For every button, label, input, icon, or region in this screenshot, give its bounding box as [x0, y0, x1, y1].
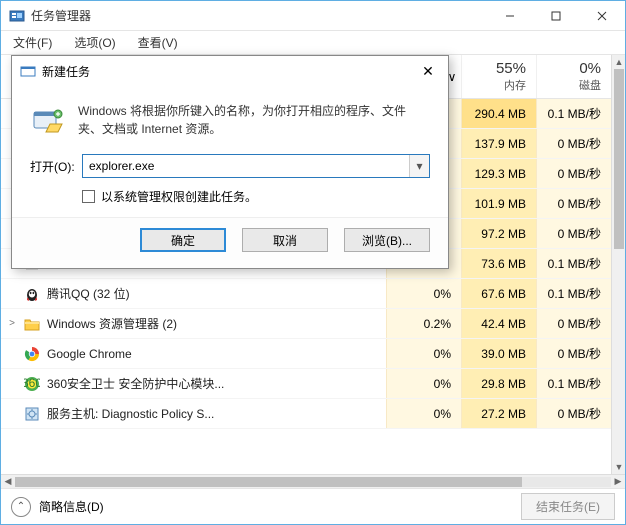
memory-cell: 39.0 MB: [461, 339, 536, 368]
memory-cell: 97.2 MB: [461, 219, 536, 248]
disk-label: 磁盘: [579, 77, 601, 93]
window-controls: [487, 1, 625, 31]
scroll-left-icon[interactable]: ◀: [1, 476, 15, 487]
dialog-titlebar: 新建任务 ✕: [12, 56, 448, 86]
scroll-up-icon[interactable]: ▲: [612, 55, 625, 69]
memory-label: 内存: [504, 77, 526, 93]
minimize-button[interactable]: [487, 1, 533, 31]
disk-cell: 0 MB/秒: [536, 399, 611, 428]
process-name: Windows 资源管理器 (2): [47, 315, 386, 332]
memory-percent: 55%: [496, 60, 526, 77]
memory-cell: 101.9 MB: [461, 189, 536, 218]
dialog-body: Windows 将根据你所键入的名称，为你打开相应的程序、文件夹、文档或 Int…: [12, 86, 448, 148]
titlebar: 任务管理器: [1, 1, 625, 31]
table-row[interactable]: 腾讯QQ (32 位)0%67.6 MB0.1 MB/秒: [1, 279, 611, 309]
memory-cell: 29.8 MB: [461, 369, 536, 398]
fewer-details-icon[interactable]: ⌃: [11, 497, 31, 517]
fewer-details-label[interactable]: 简略信息(D): [39, 498, 104, 515]
window-title: 任务管理器: [31, 7, 487, 24]
scroll-down-icon[interactable]: ▼: [612, 460, 625, 474]
open-label: 打开(O):: [30, 158, 82, 175]
scroll-right-icon[interactable]: ▶: [611, 476, 625, 487]
menu-file[interactable]: 文件(F): [7, 32, 58, 53]
dialog-icon: [20, 63, 36, 79]
open-combobox[interactable]: ▾: [82, 154, 430, 178]
browse-button[interactable]: 浏览(B)...: [344, 228, 430, 252]
cpu-cell: 0%: [386, 369, 461, 398]
memory-cell: 73.6 MB: [461, 249, 536, 278]
hscroll-thumb[interactable]: [15, 477, 522, 487]
memory-cell: 42.4 MB: [461, 309, 536, 338]
cpu-cell: 0%: [386, 339, 461, 368]
column-memory[interactable]: 55% 内存: [461, 55, 536, 98]
memory-cell: 290.4 MB: [461, 99, 536, 128]
svg-text:360: 360: [24, 376, 40, 390]
column-disk[interactable]: 0% 磁盘: [536, 55, 611, 98]
open-input[interactable]: [82, 154, 430, 178]
scroll-thumb[interactable]: [614, 69, 624, 249]
dialog-title: 新建任务: [42, 63, 408, 80]
disk-cell: 0 MB/秒: [536, 159, 611, 188]
new-task-dialog: 新建任务 ✕ Windows 将根据你所键入的名称，为你打开相应的程序、文件夹、…: [11, 55, 449, 269]
disk-cell: 0 MB/秒: [536, 189, 611, 218]
disk-cell: 0 MB/秒: [536, 129, 611, 158]
dialog-buttons: 确定 取消 浏览(B)...: [12, 217, 448, 268]
process-name: 腾讯QQ (32 位): [47, 285, 386, 302]
vertical-scrollbar[interactable]: ▲ ▼: [611, 55, 625, 474]
process-icon: [23, 345, 41, 363]
disk-cell: 0 MB/秒: [536, 339, 611, 368]
taskmgr-icon: [9, 8, 25, 24]
cpu-cell: 0%: [386, 399, 461, 428]
run-icon: [30, 102, 66, 138]
table-row[interactable]: > Windows 资源管理器 (2)0.2%42.4 MB0 MB/秒: [1, 309, 611, 339]
disk-cell: 0.1 MB/秒: [536, 99, 611, 128]
cancel-button[interactable]: 取消: [242, 228, 328, 252]
table-row[interactable]: Google Chrome0%39.0 MB0 MB/秒: [1, 339, 611, 369]
cpu-cell: 0%: [386, 279, 461, 308]
process-name: 服务主机: Diagnostic Policy S...: [47, 405, 386, 422]
cpu-cell: 0.2%: [386, 309, 461, 338]
menubar: 文件(F) 选项(O) 查看(V): [1, 31, 625, 55]
dropdown-icon[interactable]: ▾: [409, 155, 429, 177]
table-row[interactable]: 服务主机: Diagnostic Policy S...0%27.2 MB0 M…: [1, 399, 611, 429]
menu-options[interactable]: 选项(O): [68, 32, 121, 53]
dialog-close-button[interactable]: ✕: [408, 56, 448, 86]
close-button[interactable]: [579, 1, 625, 31]
process-icon: [23, 315, 41, 333]
ok-button[interactable]: 确定: [140, 228, 226, 252]
process-name: 360安全卫士 安全防护中心模块...: [47, 375, 386, 392]
memory-cell: 67.6 MB: [461, 279, 536, 308]
horizontal-scrollbar[interactable]: ◀ ▶: [1, 474, 625, 488]
open-row: 打开(O): ▾: [12, 148, 448, 184]
process-name: Google Chrome: [47, 347, 386, 361]
disk-cell: 0.1 MB/秒: [536, 249, 611, 278]
menu-view[interactable]: 查看(V): [132, 32, 184, 53]
admin-checkbox[interactable]: [82, 190, 95, 203]
footer: ⌃ 简略信息(D) 结束任务(E): [1, 488, 625, 524]
dialog-message: Windows 将根据你所键入的名称，为你打开相应的程序、文件夹、文档或 Int…: [78, 102, 430, 138]
admin-check-row: 以系统管理权限创建此任务。: [12, 184, 448, 217]
memory-cell: 137.9 MB: [461, 129, 536, 158]
memory-cell: 129.3 MB: [461, 159, 536, 188]
table-row[interactable]: 360 360安全卫士 安全防护中心模块...0%29.8 MB0.1 MB/秒: [1, 369, 611, 399]
disk-cell: 0 MB/秒: [536, 309, 611, 338]
process-icon: 360: [23, 375, 41, 393]
admin-check-label[interactable]: 以系统管理权限创建此任务。: [101, 188, 257, 205]
end-task-button[interactable]: 结束任务(E): [521, 493, 615, 520]
disk-cell: 0 MB/秒: [536, 219, 611, 248]
disk-cell: 0.1 MB/秒: [536, 369, 611, 398]
expand-icon[interactable]: >: [1, 318, 23, 329]
memory-cell: 27.2 MB: [461, 399, 536, 428]
disk-cell: 0.1 MB/秒: [536, 279, 611, 308]
process-icon: [23, 405, 41, 423]
maximize-button[interactable]: [533, 1, 579, 31]
disk-percent: 0%: [579, 60, 601, 77]
process-icon: [23, 285, 41, 303]
